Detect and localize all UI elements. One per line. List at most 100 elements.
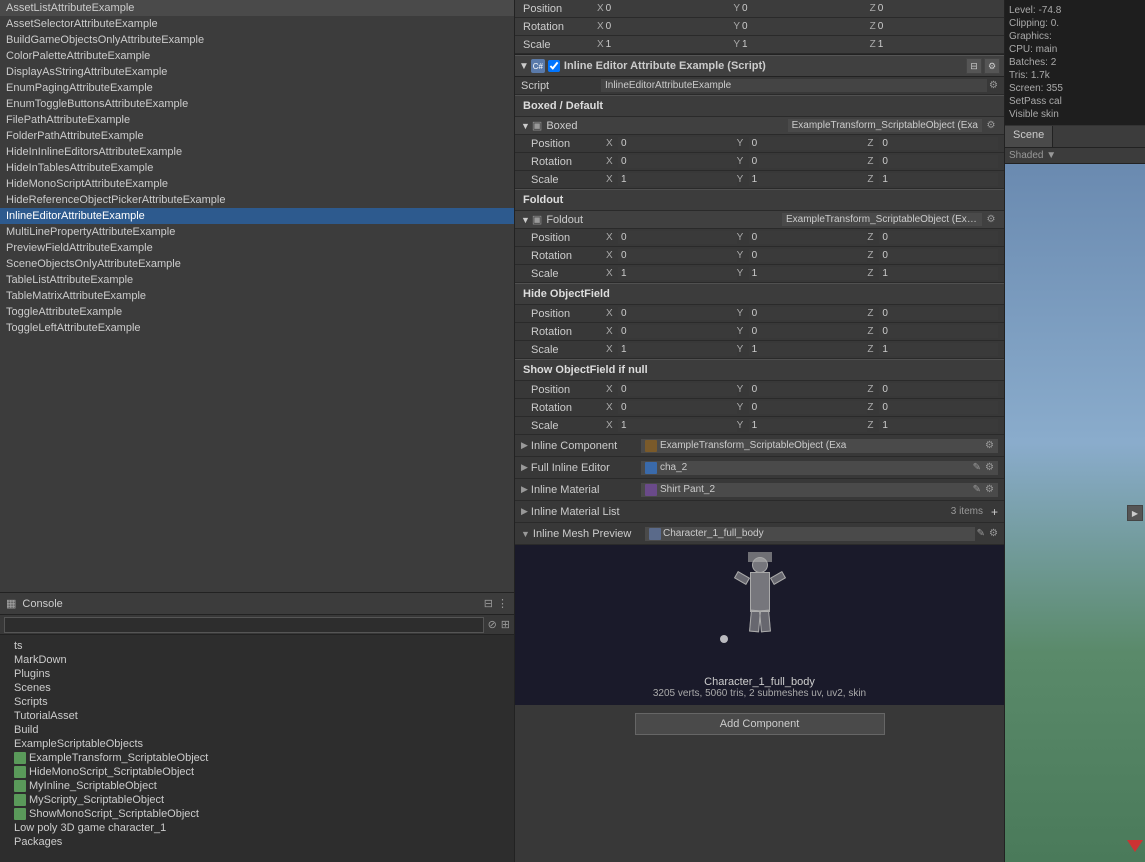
list-item[interactable]: FolderPathAttributeExample <box>0 128 514 144</box>
full-inline-label: Full Inline Editor <box>531 462 610 474</box>
filter-icon[interactable]: ⊞ <box>501 618 510 631</box>
add-component-button[interactable]: Add Component <box>635 713 885 735</box>
assets-item[interactable]: Scripts <box>6 695 508 709</box>
nav-arrow-up[interactable]: ▶ <box>1127 505 1143 521</box>
mesh-edit-icon[interactable]: ✎ <box>977 528 985 539</box>
component-script-icon: C# <box>531 59 545 73</box>
list-item[interactable]: BuildGameObjectsOnlyAttributeExample <box>0 32 514 48</box>
list-item[interactable]: ToggleAttributeExample <box>0 304 514 320</box>
console-search-input[interactable] <box>4 617 484 633</box>
list-item[interactable]: HideInInlineEditorsAttributeExample <box>0 144 514 160</box>
y-label: Y <box>733 39 740 50</box>
script-label: Script <box>521 80 601 92</box>
full-inline-value-text: cha_2 <box>660 462 687 473</box>
assets-item[interactable]: TutorialAsset <box>6 709 508 723</box>
scene-tab[interactable]: Scene <box>1005 126 1053 147</box>
example-list: AssetListAttributeExample AssetSelectorA… <box>0 0 514 592</box>
list-item[interactable]: EnumToggleButtonsAttributeExample <box>0 96 514 112</box>
shaded-dropdown-icon[interactable]: ▼ <box>1046 150 1056 161</box>
component-rect-btn[interactable]: ⊟ <box>966 58 982 74</box>
inline-material-settings-icon[interactable]: ⚙ <box>985 484 994 495</box>
y-letter: Y <box>737 384 747 395</box>
component-enabled-checkbox[interactable] <box>548 60 560 72</box>
inline-material-edit-icon[interactable]: ✎ <box>973 484 981 495</box>
list-item[interactable]: ColorPaletteAttributeExample <box>0 48 514 64</box>
pos-z-val: 0 <box>879 137 998 150</box>
inline-mesh-label: Inline Mesh Preview <box>533 528 631 540</box>
boxed-settings-icon[interactable]: ⚙ <box>984 119 998 133</box>
list-item[interactable]: TableListAttributeExample <box>0 272 514 288</box>
list-item[interactable]: EnumPagingAttributeExample <box>0 80 514 96</box>
full-inline-foldout-icon[interactable]: ▶ <box>521 462 528 473</box>
scale-z: 1 <box>878 39 884 50</box>
inline-material-list-row: ▶ Inline Material List 3 items + <box>515 501 1004 523</box>
list-item[interactable]: MultiLinePropertyAttributeExample <box>0 224 514 240</box>
y-letter: Y <box>737 268 747 279</box>
inline-material-list-label: Inline Material List <box>531 506 620 518</box>
list-item[interactable]: PreviewFieldAttributeExample <box>0 240 514 256</box>
inline-material-foldout-icon[interactable]: ▶ <box>521 484 528 495</box>
assets-item[interactable]: MyScripty_ScriptableObject <box>6 793 508 807</box>
assets-item[interactable]: Build <box>6 723 508 737</box>
list-item[interactable]: HideMonoScriptAttributeExample <box>0 176 514 192</box>
component-gear-btn[interactable]: ⚙ <box>984 58 1000 74</box>
x-letter: X <box>606 268 616 279</box>
mesh-settings-icon[interactable]: ⚙ <box>989 528 998 539</box>
position-row: Position X0 Y0 Z0 <box>515 0 1004 18</box>
position-z: 0 <box>878 3 884 14</box>
script-settings-icon[interactable]: ⚙ <box>989 80 998 91</box>
list-item[interactable]: AssetListAttributeExample <box>0 0 514 16</box>
section-hide-objectfield: Hide ObjectField <box>515 283 1004 305</box>
list-item[interactable]: HideReferenceObjectPickerAttributeExampl… <box>0 192 514 208</box>
foldout-position-row: Position X0 Y0 Z0 <box>515 229 1004 247</box>
assets-item[interactable]: ShowMonoScript_ScriptableObject <box>6 807 508 821</box>
list-item[interactable]: TableMatrixAttributeExample <box>0 288 514 304</box>
material-list-add-icon[interactable]: + <box>991 505 998 519</box>
assets-item[interactable]: Plugins <box>6 667 508 681</box>
clear-icon[interactable]: ⊘ <box>488 618 497 631</box>
inline-component-settings-icon[interactable]: ⚙ <box>985 440 994 451</box>
assets-item[interactable]: ts <box>6 639 508 653</box>
rotation-label: Rotation <box>531 402 606 414</box>
stats-tris-row: Tris: 1.7k <box>1009 69 1141 82</box>
console-settings-icon[interactable]: ⋮ <box>497 597 508 610</box>
inline-mesh-foldout-icon[interactable]: ▼ <box>521 529 530 539</box>
console-collapse-icon[interactable]: ⊟ <box>484 597 493 610</box>
scale-label: Scale <box>531 420 606 432</box>
foldout-settings-icon[interactable]: ⚙ <box>984 213 998 227</box>
show-rotation-row: Rotation X0 Y0 Z0 <box>515 399 1004 417</box>
list-item[interactable]: SceneObjectsOnlyAttributeExample <box>0 256 514 272</box>
assets-item[interactable]: Scenes <box>6 681 508 695</box>
list-item[interactable]: HideInTablesAttributeExample <box>0 160 514 176</box>
foldout-foldout-icon[interactable]: ▼ <box>521 215 530 225</box>
list-item[interactable]: AssetSelectorAttributeExample <box>0 16 514 32</box>
pos-y-val: 0 <box>749 137 868 150</box>
full-inline-edit-icon[interactable]: ✎ <box>973 462 981 473</box>
script-row: Script InlineEditorAttributeExample ⚙ <box>515 77 1004 95</box>
assets-section: ts MarkDown Plugins Scenes Scripts Tutor… <box>2 637 512 851</box>
inline-mesh-preview-row: ▼ Inline Mesh Preview Character_1_full_b… <box>515 523 1004 545</box>
y-letter: Y <box>737 250 747 261</box>
assets-item[interactable]: MarkDown <box>6 653 508 667</box>
stats-setpass-row: SetPass cal <box>1009 95 1141 108</box>
list-item[interactable]: FilePathAttributeExample <box>0 112 514 128</box>
list-item[interactable]: ToggleLeftAttributeExample <box>0 320 514 336</box>
left-panel: AssetListAttributeExample AssetSelectorA… <box>0 0 515 862</box>
full-inline-settings-icon[interactable]: ⚙ <box>985 462 994 473</box>
assets-item[interactable]: MyInline_ScriptableObject <box>6 779 508 793</box>
assets-item[interactable]: Low poly 3D game character_1 <box>6 821 508 835</box>
component-foldout-icon[interactable]: ▼ <box>519 61 529 72</box>
inline-component-asset-icon <box>645 440 657 452</box>
y-letter: Y <box>737 138 747 149</box>
inline-material-list-foldout-icon[interactable]: ▶ <box>521 506 528 517</box>
assets-item[interactable]: HideMonoScript_ScriptableObject <box>6 765 508 779</box>
inline-component-foldout-icon[interactable]: ▶ <box>521 440 528 451</box>
list-item[interactable]: DisplayAsStringAttributeExample <box>0 64 514 80</box>
assets-item[interactable]: ExampleTransform_ScriptableObject <box>6 751 508 765</box>
boxed-foldout-icon[interactable]: ▼ <box>521 121 530 131</box>
scene-view[interactable]: ▶ <box>1005 164 1145 862</box>
assets-item[interactable]: Packages <box>6 835 508 849</box>
list-item-selected[interactable]: InlineEditorAttributeExample <box>0 208 514 224</box>
assets-item[interactable]: ExampleScriptableObjects <box>6 737 508 751</box>
foldout-scale-row: Scale X1 Y1 Z1 <box>515 265 1004 283</box>
